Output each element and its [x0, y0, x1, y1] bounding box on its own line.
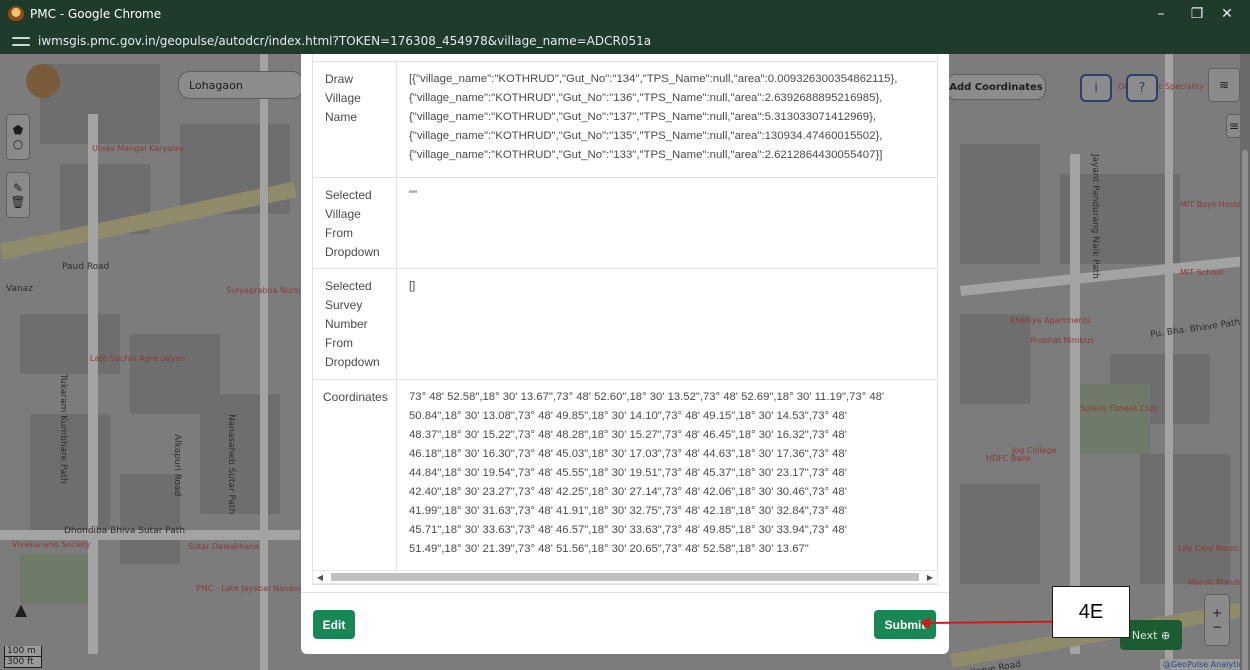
- pmc-emblem-icon: [26, 64, 60, 98]
- annotation-label: 4E: [1052, 586, 1130, 638]
- close-window-button[interactable]: ✕: [1204, 0, 1250, 28]
- map-poi: Late Sachin Agre udyan: [90, 354, 186, 363]
- map-poi: MIT Boys Hostel: [1180, 200, 1244, 209]
- map-label: Pu. Bha. Bhave Path: [1149, 317, 1241, 341]
- window-title: PMC - Google Chrome: [30, 7, 162, 21]
- map-poi: Sutar Dawakhana: [188, 542, 260, 551]
- zoom-control: + −: [1204, 594, 1230, 646]
- info-button[interactable]: i: [1080, 74, 1112, 102]
- map-label: Dhondiba Bhiva Sutar Path: [64, 526, 186, 536]
- map-attribution[interactable]: @GeoPulse Analytics: [1160, 659, 1250, 670]
- row-label: Coordinates: [313, 380, 397, 584]
- map-poi: Life Care Medico: [1178, 544, 1245, 553]
- scale-feet: 300 ft: [4, 657, 42, 668]
- table-row: Draw Village Name [{"village_name":"KOTH…: [313, 62, 937, 178]
- edit-layer-icon[interactable]: ✎: [13, 181, 23, 195]
- delete-layer-icon[interactable]: 🗑: [10, 195, 25, 209]
- scrollbar-thumb[interactable]: [331, 573, 919, 581]
- page-scrollbar-thumb[interactable]: [1242, 150, 1248, 670]
- scale-meters: 100 m: [4, 646, 42, 657]
- map-label: Tukaram Kumbhare Path: [58, 374, 68, 484]
- row-value: "": [409, 189, 418, 201]
- modal-footer-divider: [301, 592, 949, 593]
- layers-icon[interactable]: ≋: [1208, 68, 1240, 102]
- draw-toolbar: ⬟ ○: [6, 114, 30, 160]
- map-poi: Jog College: [1012, 446, 1057, 455]
- add-coordinates-button[interactable]: Add Coordinates: [946, 74, 1046, 100]
- map-label: Nanasaheb Sutar Path: [226, 414, 236, 515]
- edit-button[interactable]: Edit: [313, 610, 355, 639]
- zoom-in-button[interactable]: +: [1212, 606, 1222, 620]
- map-label: Vanaz: [6, 284, 33, 294]
- map-label: Alkapuri Road: [172, 434, 182, 497]
- north-arrow-icon: ▲: [14, 599, 28, 619]
- address-bar[interactable]: iwmsgis.pmc.gov.in/geopulse/autodcr/inde…: [0, 28, 1250, 54]
- polygon-draw-icon[interactable]: ⬟: [13, 123, 23, 137]
- row-value: []: [409, 280, 416, 292]
- review-modal: Draw Village Name [{"village_name":"KOTH…: [301, 54, 949, 654]
- table-horizontal-scrollbar[interactable]: ◀ ▶: [312, 570, 938, 584]
- map-poi: HDFC Bank: [986, 454, 1031, 463]
- scale-bar: 100 m 300 ft: [4, 646, 42, 668]
- map-poi: Prabhat Nimbus: [1030, 336, 1094, 345]
- details-table: Draw Village Name [{"village_name":"KOTH…: [312, 54, 938, 585]
- row-label: Selected Survey Number From Dropdown: [313, 269, 397, 379]
- scroll-right-icon[interactable]: ▶: [923, 571, 937, 583]
- help-button[interactable]: ?: [1126, 74, 1158, 102]
- table-row: Selected Survey Number From Dropdown []: [313, 269, 937, 380]
- map-poi: Maruti Mandir: [1188, 578, 1244, 587]
- map-label: Jayant Pandurang Naik Path: [1090, 154, 1100, 279]
- map-poi: Vivekanand Society: [12, 540, 91, 549]
- scroll-left-icon[interactable]: ◀: [313, 571, 327, 583]
- table-header-row: [313, 54, 937, 62]
- table-row: Selected Village From Dropdown "": [313, 178, 937, 269]
- browser-title-bar: PMC - Google Chrome – ❐ ✕: [0, 0, 1250, 28]
- pmc-logo-icon: [8, 6, 24, 22]
- table-row: Coordinates 73° 48' 52.58",18° 30' 13.67…: [313, 380, 937, 585]
- url-text[interactable]: iwmsgis.pmc.gov.in/geopulse/autodcr/inde…: [38, 34, 651, 48]
- map-label: Paud Road: [62, 262, 110, 272]
- row-label: Draw Village Name: [313, 62, 397, 177]
- row-value: [{"village_name":"KOTHRUD","Gut_No":"134…: [409, 73, 898, 161]
- map-poi: Khelliya Apartments: [1010, 316, 1092, 325]
- map-poi: Utsav Mangal Karyalay: [92, 144, 184, 153]
- site-info-icon[interactable]: [12, 34, 30, 48]
- map-poi: MIT School: [1180, 268, 1224, 277]
- zoom-out-button[interactable]: −: [1212, 620, 1222, 634]
- location-search-input[interactable]: Lohagaon: [178, 71, 304, 99]
- row-value: 73° 48' 52.58",18° 30' 13.67",73° 48' 52…: [409, 391, 885, 555]
- row-label: Selected Village From Dropdown: [313, 178, 397, 268]
- annotation-arrow-head: [920, 617, 930, 629]
- page-scrollbar[interactable]: [1240, 54, 1250, 670]
- circle-draw-icon[interactable]: ○: [13, 137, 23, 151]
- edit-toolbar: ✎ 🗑: [6, 172, 30, 218]
- map-poi: Solaris Fitness Club: [1080, 404, 1158, 413]
